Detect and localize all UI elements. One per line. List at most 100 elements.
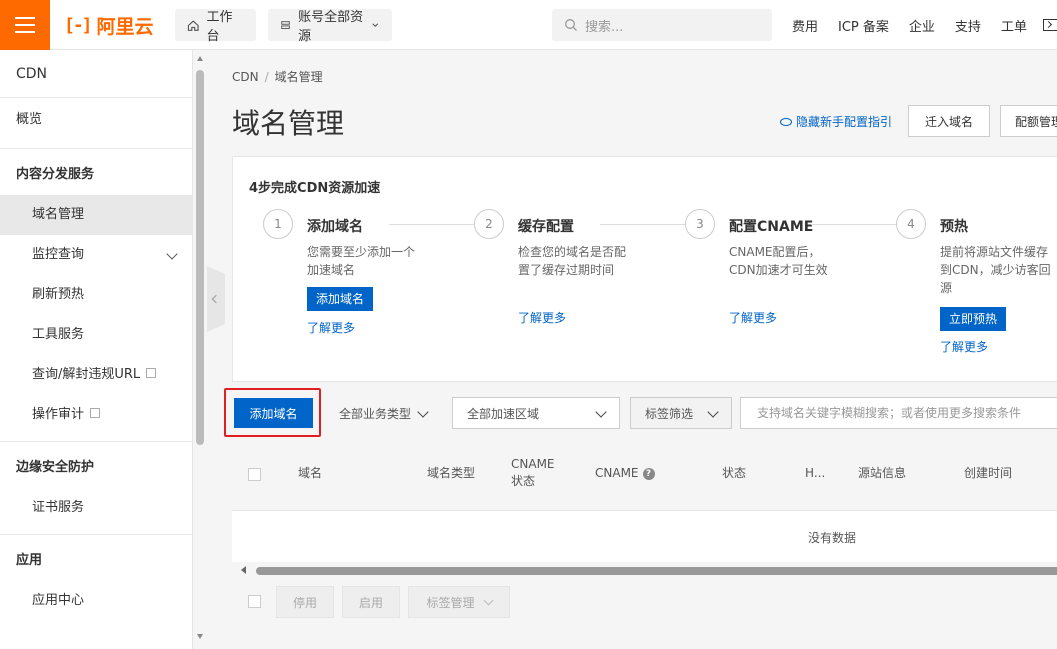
nav-support[interactable]: 支持 xyxy=(945,16,991,35)
sidebar-group-edge-security: 边缘安全防护 xyxy=(16,460,95,475)
step-learn-more-link[interactable]: 了解更多 xyxy=(518,309,566,326)
nav-tickets[interactable]: 工单 xyxy=(991,16,1037,35)
step-learn-more-link[interactable]: 了解更多 xyxy=(307,319,355,336)
horizontal-scrollbar-thumb[interactable] xyxy=(256,567,1057,575)
sidebar-title: CDN xyxy=(0,50,192,98)
steps-title: 4步完成CDN资源加速 xyxy=(249,181,381,196)
table-header: 域名 域名类型 CNAME 状态 CNAME? 状态 H... 源站信息 创建时… xyxy=(232,438,1057,510)
column-domain: 域名 xyxy=(298,466,323,480)
highlight-box: 添加域名 xyxy=(224,388,321,437)
sidebar-divider xyxy=(0,534,192,535)
terminal-icon[interactable] xyxy=(1042,19,1057,31)
sidebar-item-tools[interactable]: 工具服务 xyxy=(0,315,192,355)
breadcrumb-current: 域名管理 xyxy=(274,70,323,84)
sidebar-item-audit[interactable]: 操作审计 xyxy=(0,395,192,435)
chevron-down-icon xyxy=(417,406,429,418)
scroll-left-arrow-icon[interactable] xyxy=(241,566,246,574)
step-title: 添加域名 xyxy=(307,219,363,235)
enable-button[interactable]: 启用 xyxy=(342,586,400,618)
disable-button[interactable]: 停用 xyxy=(276,586,334,618)
menu-icon[interactable] xyxy=(0,0,50,50)
breadcrumb: CDN / 域名管理 xyxy=(232,70,323,84)
scroll-down-arrow-icon[interactable] xyxy=(197,634,203,639)
migrate-domain-button[interactable]: 迁入域名 xyxy=(908,105,990,137)
sidebar-item-overview[interactable]: 概览 xyxy=(0,98,192,142)
tag-management-button[interactable]: 标签管理 xyxy=(408,586,510,618)
step-learn-more-link[interactable]: 了解更多 xyxy=(729,309,777,326)
resource-scope-label: 账号全部资源 xyxy=(298,10,364,44)
chevron-down-icon xyxy=(483,595,493,605)
select-all-checkbox[interactable] xyxy=(248,468,261,481)
workbench-button[interactable]: 工作台 xyxy=(175,9,256,44)
nav-billing[interactable]: 费用 xyxy=(782,16,828,35)
column-cname-status: CNAME 状态 xyxy=(511,457,555,488)
chevron-down-icon xyxy=(166,248,178,260)
sidebar-group-content-delivery: 内容分发服务 xyxy=(16,167,95,182)
region-select[interactable]: 全部加速区域 xyxy=(452,397,620,429)
business-type-value: 全部业务类型 xyxy=(339,406,412,421)
step-title: 配置CNAME xyxy=(729,219,814,235)
sidebar-scrollbar[interactable] xyxy=(196,70,204,445)
sidebar-item-domain-management[interactable]: 域名管理 xyxy=(0,195,192,235)
aliyun-logo-mark-icon: [-] xyxy=(64,14,92,36)
step-number: 4 xyxy=(896,209,926,239)
chevron-down-icon xyxy=(372,23,379,27)
batch-select-checkbox[interactable] xyxy=(248,595,261,608)
sidebar-item-refresh-prefetch[interactable]: 刷新预热 xyxy=(0,275,192,315)
search-icon xyxy=(565,19,577,31)
eye-icon xyxy=(780,117,792,126)
onboarding-steps-card: 4步完成CDN资源加速 1 添加域名 您需要至少添加一个加速域名 添加域名 了解… xyxy=(232,156,1057,382)
step-number: 1 xyxy=(263,209,293,239)
sidebar-divider xyxy=(0,441,192,442)
external-link-icon xyxy=(146,368,157,378)
empty-state-text: 没有数据 xyxy=(808,531,857,545)
home-icon xyxy=(187,19,199,31)
step-connector xyxy=(389,224,475,225)
table-body: 没有数据 xyxy=(232,510,1057,562)
step-prefetch-button[interactable]: 立即预热 xyxy=(940,307,1007,331)
page-title: 域名管理 xyxy=(232,107,345,140)
step-number: 3 xyxy=(685,209,715,239)
sidebar-item-label: 查询/解封违规URL xyxy=(32,367,141,382)
aliyun-logo[interactable]: [-] 阿里云 xyxy=(64,13,154,38)
global-search-input[interactable]: 搜索... xyxy=(552,9,772,41)
step-add-domain-button[interactable]: 添加域名 xyxy=(307,287,374,311)
sidebar-item-monitoring[interactable]: 监控查询 xyxy=(0,235,192,275)
main-content: CDN/域名管理 域名管理 隐藏新手配置指引 迁入域名 配额管理 4步完成CDN… xyxy=(214,50,1057,649)
step-title: 预热 xyxy=(940,219,968,235)
sidebar-item-label: 监控查询 xyxy=(32,247,85,262)
tag-filter-select[interactable]: 标签筛选 xyxy=(630,397,732,429)
column-cname: CNAME? xyxy=(595,465,655,482)
step-number: 2 xyxy=(474,209,504,239)
nav-enterprise[interactable]: 企业 xyxy=(899,16,945,35)
sidebar: CDN 概览 内容分发服务 域名管理 监控查询 刷新预热 工具服务 查询/解封违… xyxy=(0,50,193,649)
add-domain-button[interactable]: 添加域名 xyxy=(234,398,313,428)
sidebar-item-app-center[interactable]: 应用中心 xyxy=(0,581,192,621)
sidebar-item-certificates[interactable]: 证书服务 xyxy=(0,488,192,528)
resource-scope-dropdown[interactable]: 账号全部资源 xyxy=(268,9,392,44)
tag-filter-label: 标签筛选 xyxy=(645,406,694,421)
sidebar-divider xyxy=(0,148,192,149)
domain-search-input[interactable]: 支持域名关键字模糊搜索；或者使用更多搜索条件 xyxy=(740,397,1057,429)
step-learn-more-link[interactable]: 了解更多 xyxy=(940,338,988,355)
column-status: 状态 xyxy=(722,466,747,480)
quota-management-button[interactable]: 配额管理 xyxy=(1000,105,1057,137)
hide-guide-label: 隐藏新手配置指引 xyxy=(796,115,893,129)
hide-guide-link[interactable]: 隐藏新手配置指引 xyxy=(780,113,892,130)
sidebar-item-blocked-url[interactable]: 查询/解封违规URL xyxy=(0,355,192,395)
business-type-select[interactable]: 全部业务类型 xyxy=(324,397,444,429)
scroll-up-arrow-icon[interactable] xyxy=(197,56,203,61)
column-cname-label: CNAME xyxy=(595,466,639,480)
workbench-label: 工作台 xyxy=(206,10,233,44)
step-title: 缓存配置 xyxy=(518,219,574,235)
column-https: H... xyxy=(805,466,826,480)
list-icon xyxy=(281,20,290,29)
breadcrumb-cdn[interactable]: CDN xyxy=(232,70,259,84)
column-created-time: 创建时间 xyxy=(964,466,1013,480)
help-icon[interactable]: ? xyxy=(642,467,655,480)
nav-icp[interactable]: ICP 备案 xyxy=(828,16,899,35)
region-value: 全部加速区域 xyxy=(467,406,540,421)
external-link-icon xyxy=(90,408,101,418)
step-connector xyxy=(600,224,686,225)
step-connector xyxy=(811,224,897,225)
